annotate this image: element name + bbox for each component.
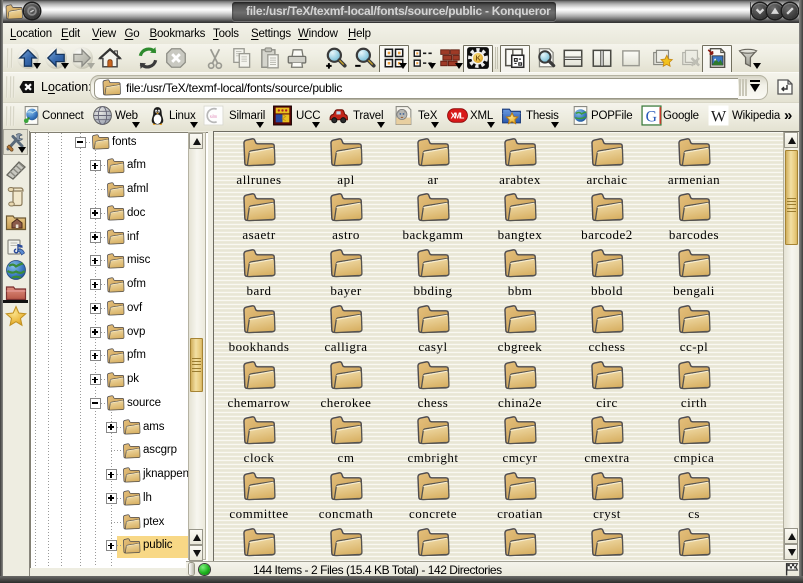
svg-text:silm: silm: [210, 114, 218, 119]
svg-text:G: G: [646, 108, 657, 125]
svg-text:W: W: [711, 107, 727, 125]
svg-text:XML: XML: [451, 112, 465, 121]
svg-text:K: K: [475, 55, 481, 63]
